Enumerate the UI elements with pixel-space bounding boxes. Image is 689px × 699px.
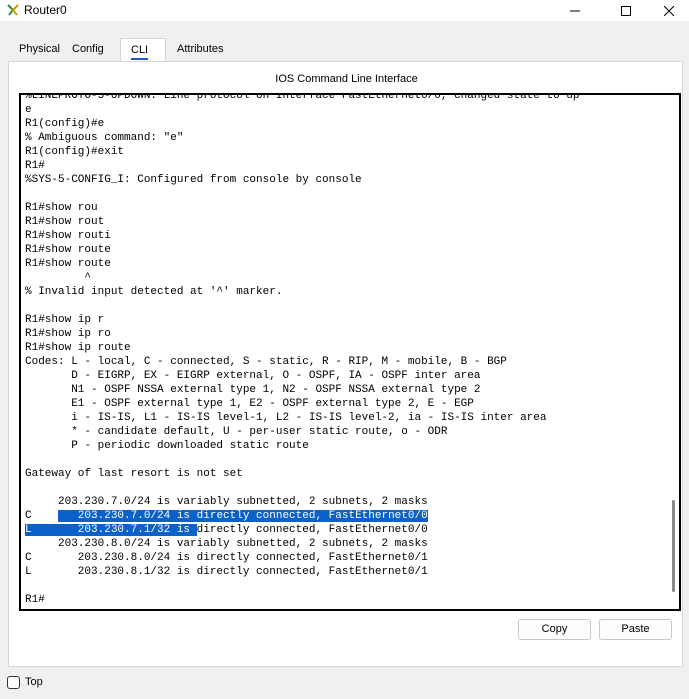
selected-text: L 203.230.7.1/32 is <box>25 524 197 536</box>
console-line: R1#show rou <box>25 202 98 214</box>
selected-text: 203.230.7.0/24 is directly connected, Fa… <box>58 510 428 522</box>
console-line: R1# <box>25 160 45 172</box>
console-line: %LINEPROTO-5-UPDOWN: Line protocol on In… <box>25 93 580 102</box>
panel-title: IOS Command Line Interface <box>275 73 418 85</box>
copy-button[interactable]: Copy <box>518 619 591 640</box>
close-button[interactable] <box>649 0 689 21</box>
console-line: C 203.230.7.0/24 is directly connected, … <box>25 510 428 522</box>
title-bar: Router0 <box>0 0 689 21</box>
console-line: R1# <box>25 594 45 606</box>
paste-button[interactable]: Paste <box>599 619 672 640</box>
console-line: %SYS-5-CONFIG_I: Configured from console… <box>25 174 362 186</box>
console-line: Codes: L - local, C - connected, S - sta… <box>25 356 507 368</box>
cli-panel: IOS Command Line Interface %LINEPROTO-5-… <box>8 61 683 667</box>
console-output[interactable]: %LINEPROTO-5-UPDOWN: Line protocol on In… <box>25 93 580 607</box>
tab-physical[interactable]: Physical <box>10 38 70 62</box>
console-line: R1#show ip r <box>25 314 105 326</box>
console-line: 203.230.7.0/24 is variably subnetted, 2 … <box>25 496 428 508</box>
console-line: R1#show ip ro <box>25 328 111 340</box>
console-line: e <box>25 104 32 116</box>
console-line: L 203.230.8.1/32 is directly connected, … <box>25 566 428 578</box>
console-line: E1 - OSPF external type 1, E2 - OSPF ext… <box>25 398 474 410</box>
tab-bar: Physical Config CLI Attributes <box>10 38 232 64</box>
console-line: 203.230.8.0/24 is variably subnetted, 2 … <box>25 538 428 550</box>
top-checkbox[interactable] <box>7 676 20 689</box>
console-line: D - EIGRP, EX - EIGRP external, O - OSPF… <box>25 370 481 382</box>
console-line: L 203.230.7.1/32 is directly connected, … <box>25 524 428 536</box>
console-line: P - periodic downloaded static route <box>25 440 309 452</box>
console-line: R1(config)#e <box>25 118 105 130</box>
console-line: ^ <box>25 272 92 284</box>
console-line: R1#show route <box>25 258 111 270</box>
close-icon <box>664 5 674 16</box>
tab-cli[interactable]: CLI <box>120 38 166 64</box>
console-line: * - candidate default, U - per-user stat… <box>25 426 448 438</box>
tab-attributes[interactable]: Attributes <box>166 38 232 62</box>
console-line: % Ambiguous command: "e" <box>25 132 184 144</box>
window-title: Router0 <box>24 3 67 17</box>
console-line: R1#show routi <box>25 230 111 242</box>
console-line: R1#show ip route <box>25 342 131 354</box>
minimize-button[interactable] <box>552 0 598 21</box>
minimize-icon <box>570 10 580 11</box>
console-line: % Invalid input detected at '^' marker. <box>25 286 283 298</box>
console-line: Gateway of last resort is not set <box>25 468 243 480</box>
console-line: R1(config)#exit <box>25 146 125 158</box>
maximize-button[interactable] <box>603 0 649 21</box>
tab-config[interactable]: Config <box>70 38 120 62</box>
console-line: N1 - OSPF NSSA external type 1, N2 - OSP… <box>25 384 481 396</box>
cli-console[interactable]: %LINEPROTO-5-UPDOWN: Line protocol on In… <box>19 93 681 611</box>
console-line: R1#show rout <box>25 216 105 228</box>
console-line: R1#show route <box>25 244 111 256</box>
console-line: i - IS-IS, L1 - IS-IS level-1, L2 - IS-I… <box>25 412 547 424</box>
console-scrollbar[interactable] <box>672 500 675 592</box>
top-label: Top <box>25 676 43 688</box>
console-line: C 203.230.8.0/24 is directly connected, … <box>25 552 428 564</box>
maximize-icon <box>621 5 631 16</box>
router-app-icon <box>7 4 19 16</box>
